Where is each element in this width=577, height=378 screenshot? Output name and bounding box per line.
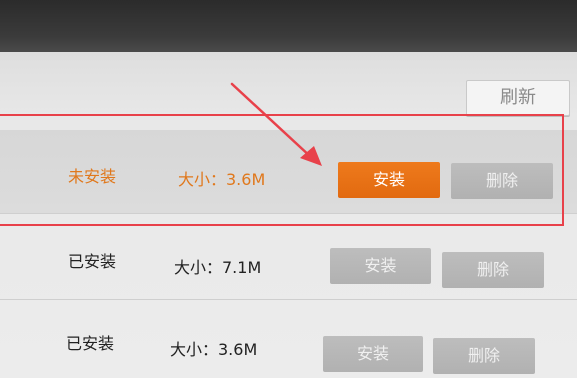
refresh-button[interactable]: 刷新: [466, 80, 570, 116]
install-button[interactable]: 安装: [323, 336, 423, 372]
app-size: 大小：3.6M: [170, 340, 258, 359]
highlight-annotation-box: [0, 114, 564, 226]
screen-bezel: [0, 0, 577, 52]
delete-button[interactable]: 删除: [433, 338, 535, 374]
delete-button[interactable]: 删除: [442, 252, 544, 288]
install-button[interactable]: 安装: [330, 248, 431, 284]
app-row: 已安装 大小：3.6M 安装 删除: [0, 300, 577, 378]
app-size: 大小：7.1M: [174, 258, 262, 277]
app-row: 已安装 大小：7.1M 安装 删除: [0, 216, 577, 300]
install-status: 已安装: [68, 252, 117, 271]
install-status: 已安装: [66, 334, 115, 353]
app-install-screen: 刷新 未安装 大小：3.6M 安装 删除 已安装 大小：7.1M 安装 删除 已…: [0, 0, 577, 378]
